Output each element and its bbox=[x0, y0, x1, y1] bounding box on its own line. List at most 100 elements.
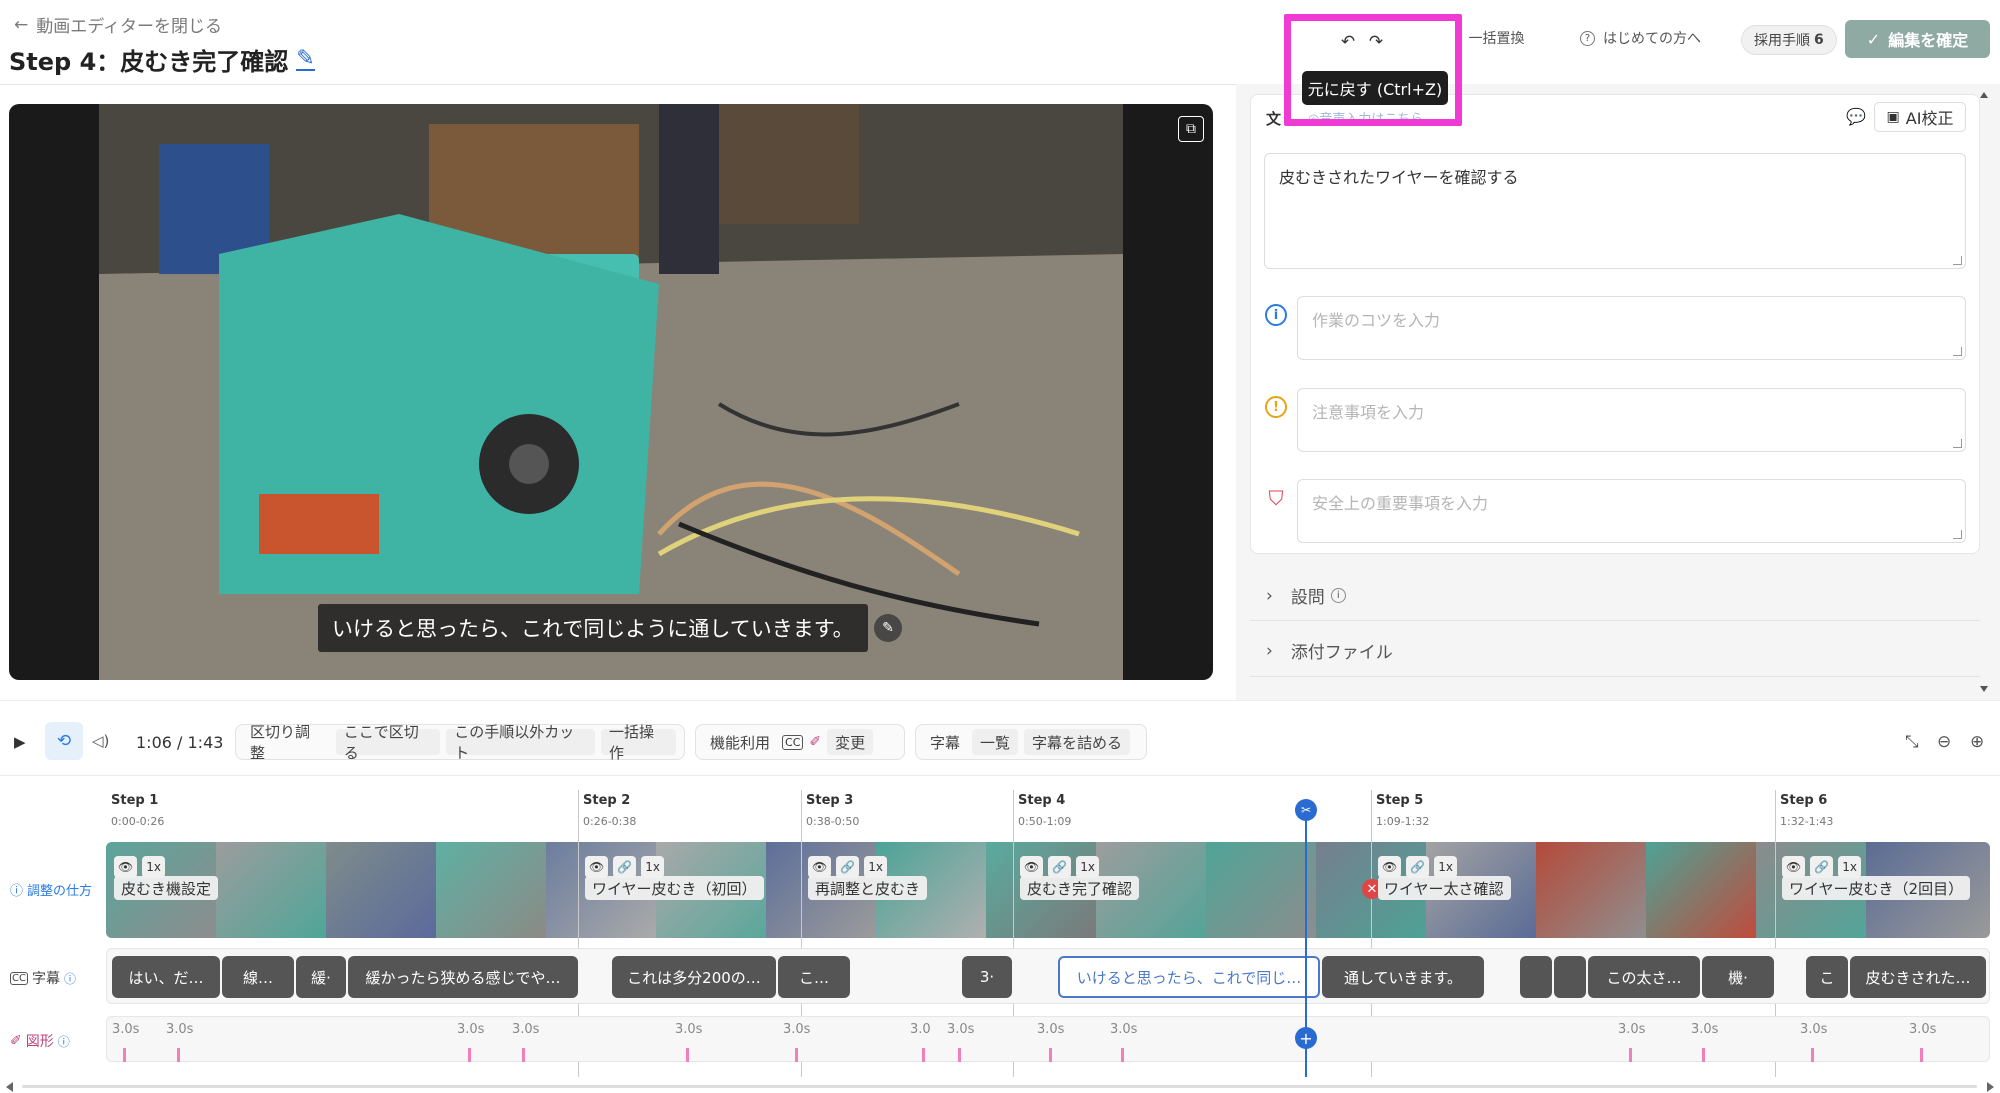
step-text-area[interactable]: 皮むきされたワイヤーを確認する bbox=[1264, 153, 1966, 269]
subtitle-clip[interactable]: こ… bbox=[778, 956, 850, 998]
shape-marker[interactable] bbox=[1629, 1048, 1632, 1062]
chevron-right-icon: › bbox=[1266, 585, 1273, 606]
subtitle-clip[interactable]: これは多分200の… bbox=[612, 956, 776, 998]
first-time-button[interactable]: ? はじめての方へ bbox=[1580, 28, 1701, 48]
accordion-question[interactable]: › 設問 i bbox=[1266, 583, 1346, 608]
close-editor-link[interactable]: ← 動画エディターを閉じる bbox=[14, 12, 222, 38]
accordion-attachments-label: 添付ファイル bbox=[1290, 643, 1393, 663]
shape-row-label: ✐ 図形 ⓘ bbox=[10, 1031, 70, 1051]
link-icon[interactable]: 🔗 bbox=[836, 856, 860, 878]
copy-frame-icon[interactable]: ⧉ bbox=[1178, 116, 1204, 142]
filmstrip-thumbnail bbox=[1206, 842, 1316, 938]
subtitle-clip[interactable] bbox=[1554, 956, 1586, 998]
scroll-down-arrow[interactable] bbox=[1980, 686, 1988, 692]
panel-scrollbar[interactable] bbox=[1980, 92, 1988, 692]
shape-marker[interactable] bbox=[958, 1048, 961, 1062]
first-time-label: はじめての方へ bbox=[1603, 31, 1701, 47]
subtitle-clip[interactable]: この太さ… bbox=[1588, 956, 1700, 998]
check-icon: ✓ bbox=[1866, 29, 1881, 49]
clip-name: 皮むき完了確認 bbox=[1020, 876, 1140, 900]
eye-icon[interactable]: 👁 bbox=[1378, 856, 1402, 878]
help-icon[interactable]: ⓘ bbox=[58, 1033, 70, 1050]
compact-subtitles-button[interactable]: 字幕を詰める bbox=[1024, 729, 1131, 755]
safety-input[interactable]: 安全上の重要事項を入力 bbox=[1297, 479, 1966, 543]
shape-marker[interactable] bbox=[123, 1048, 126, 1062]
subtitle-clip[interactable]: 3· bbox=[962, 956, 1012, 998]
eye-icon[interactable]: 👁 bbox=[808, 856, 832, 878]
tips-input[interactable]: 作業のコツを入力 bbox=[1297, 296, 1966, 360]
shape-marker[interactable] bbox=[522, 1048, 525, 1062]
eye-icon[interactable]: 👁 bbox=[585, 856, 609, 878]
shape-marker[interactable] bbox=[1811, 1048, 1814, 1062]
fit-icon[interactable]: ⤡ bbox=[1905, 732, 1919, 752]
play-icon[interactable]: ▶ bbox=[14, 733, 26, 751]
shape-marker[interactable] bbox=[177, 1048, 180, 1062]
zoom-out-icon[interactable]: ⊖ bbox=[1937, 732, 1951, 752]
edit-caption-icon[interactable]: ✎ bbox=[874, 614, 902, 642]
subtitle-clip[interactable]: 緩· bbox=[296, 956, 346, 998]
split-adjust-button[interactable]: 区切り調整 bbox=[244, 721, 330, 763]
shape-marker[interactable] bbox=[1121, 1048, 1124, 1062]
subtitle-clip[interactable] bbox=[1520, 956, 1552, 998]
speed-badge[interactable]: 1x bbox=[1076, 856, 1099, 878]
subtitle-row-text: 字幕 bbox=[31, 971, 60, 987]
timeline-scrollbar[interactable] bbox=[0, 1080, 2000, 1093]
speed-badge[interactable]: 1x bbox=[641, 856, 664, 878]
volume-icon[interactable]: ◁) bbox=[92, 732, 109, 750]
speed-badge[interactable]: 1x bbox=[864, 856, 887, 878]
help-circle-icon: ? bbox=[1580, 30, 1595, 46]
subtitle-clip[interactable]: 皮むきされた… bbox=[1850, 956, 1986, 998]
shape-marker[interactable] bbox=[795, 1048, 798, 1062]
how-to-adjust-link[interactable]: ⓘ 調整の仕方 bbox=[10, 880, 92, 899]
speed-badge[interactable]: 1x bbox=[142, 856, 165, 878]
shape-marker[interactable] bbox=[922, 1048, 925, 1062]
scissors-icon[interactable]: ✂ bbox=[1295, 799, 1317, 821]
subtitle-list-button[interactable]: 一覧 bbox=[972, 729, 1019, 755]
help-icon[interactable]: ⓘ bbox=[64, 970, 76, 987]
subtitle-clip[interactable]: はい、だ… bbox=[112, 956, 220, 998]
split-here-button[interactable]: ここで区切る bbox=[335, 723, 441, 762]
link-icon[interactable]: 🔗 bbox=[1406, 856, 1430, 878]
bulk-action-button[interactable]: 一括操作 bbox=[601, 723, 676, 762]
cc-icon: CC bbox=[782, 734, 804, 750]
step-label: Step 4 bbox=[1018, 793, 1066, 808]
subtitle-clip[interactable]: こ bbox=[1806, 956, 1848, 998]
eye-icon[interactable]: 👁 bbox=[1782, 856, 1806, 878]
subtitle-clip[interactable]: 線… bbox=[222, 956, 294, 998]
speed-badge[interactable]: 1x bbox=[1838, 856, 1861, 878]
confirm-edit-button[interactable]: ✓ 編集を確定 bbox=[1845, 20, 1990, 58]
ai-proofread-button[interactable]: ▣ AI校正 bbox=[1874, 102, 1966, 132]
eye-icon[interactable]: 👁 bbox=[1020, 856, 1044, 878]
link-icon[interactable]: 🔗 bbox=[1810, 856, 1834, 878]
shape-marker[interactable] bbox=[1920, 1048, 1923, 1062]
clip-name: ワイヤー皮むき（2回目） bbox=[1782, 876, 1971, 900]
edit-title-icon[interactable]: ✎ bbox=[296, 47, 315, 71]
change-button[interactable]: 変更 bbox=[827, 729, 874, 755]
link-icon[interactable]: 🔗 bbox=[1048, 856, 1072, 878]
shape-marker[interactable] bbox=[686, 1048, 689, 1062]
comment-icon[interactable]: 💬 bbox=[1846, 107, 1866, 126]
shape-marker[interactable] bbox=[468, 1048, 471, 1062]
scroll-up-arrow[interactable] bbox=[1980, 92, 1988, 98]
subtitle-clip[interactable]: 機· bbox=[1702, 956, 1774, 998]
shape-marker[interactable] bbox=[1049, 1048, 1052, 1062]
subtitle-clip[interactable]: 緩かったら狭める感じでや… bbox=[348, 956, 578, 998]
accordion-attachments[interactable]: › 添付ファイル bbox=[1266, 638, 1393, 664]
cut-others-button[interactable]: この手順以外カット bbox=[446, 723, 595, 762]
zoom-in-icon[interactable]: ⊕ bbox=[1970, 732, 1984, 752]
scroll-track[interactable] bbox=[22, 1085, 1977, 1088]
subtitle-clip-selected[interactable]: いけると思ったら、これで同じ… bbox=[1058, 956, 1320, 998]
eye-icon[interactable]: 👁 bbox=[114, 856, 138, 878]
scroll-left-arrow[interactable] bbox=[6, 1082, 13, 1092]
video-image bbox=[99, 104, 1123, 680]
link-icon[interactable]: 🔗 bbox=[613, 856, 637, 878]
shape-marker[interactable] bbox=[1702, 1048, 1705, 1062]
add-shape-icon[interactable]: + bbox=[1295, 1027, 1317, 1049]
video-player[interactable] bbox=[99, 104, 1123, 680]
caution-input[interactable]: 注意事項を入力 bbox=[1297, 388, 1966, 452]
speed-badge[interactable]: 1x bbox=[1434, 856, 1457, 878]
scroll-right-arrow[interactable] bbox=[1987, 1082, 1994, 1092]
subtitle-clip[interactable]: 通していきます。 bbox=[1322, 956, 1484, 998]
bulk-replace-button[interactable]: ₐ 一括置換 bbox=[1455, 28, 1524, 48]
loop-icon[interactable]: ⟲ bbox=[45, 722, 83, 760]
